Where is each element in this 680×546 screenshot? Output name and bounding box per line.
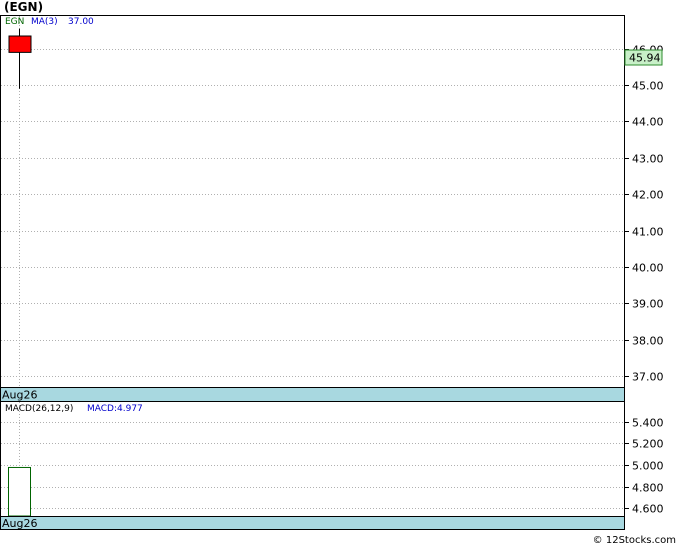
- price-y-tick-label: 38.00: [632, 335, 664, 348]
- macd-y-axis: 5.400 5.200 5.000 4.800 4.600: [624, 417, 664, 516]
- stock-chart: 46.0045.0044.0043.0042.0041.0040.0039.00…: [0, 15, 664, 530]
- macd-plot-frame: [0, 401, 625, 517]
- price-y-axis: 46.0045.0044.0043.0042.0041.0040.0039.00…: [624, 44, 664, 384]
- price-y-tick-label: 41.00: [632, 226, 664, 239]
- legend-ma-label: MA(3): [31, 17, 58, 27]
- macd-label: MACD(26,12,9): [5, 404, 73, 414]
- macd-bars: [8, 466, 31, 517]
- price-y-tick-label: 45.00: [632, 80, 664, 93]
- macd-y-tick-label: 5.400: [632, 417, 664, 430]
- price-panel: 46.0045.0044.0043.0042.0041.0040.0039.00…: [0, 15, 664, 402]
- macd-date-band: [0, 516, 625, 530]
- price-y-tick-label: 39.00: [632, 298, 664, 311]
- last-price-tag: 45.94: [624, 49, 663, 66]
- macd-y-tick-label: 4.800: [632, 482, 664, 495]
- legend-ma-value: 37.00: [68, 17, 94, 27]
- footer-credit: © 12Stocks.com: [592, 535, 676, 546]
- price-x-label: Aug26: [2, 389, 37, 402]
- price-y-tick-label: 37.00: [632, 371, 664, 384]
- legend-ticker: EGN: [5, 17, 24, 27]
- macd-bar: [8, 466, 31, 517]
- macd-panel: 5.4005.2005.0004.8004.600 MACD(26,12,9) …: [0, 401, 664, 530]
- macd-x-label: Aug26: [2, 517, 37, 530]
- macd-y-tick-label: 5.200: [632, 438, 664, 451]
- price-y-tick-label: 40.00: [632, 262, 664, 275]
- price-y-tick-label: 44.00: [632, 116, 664, 129]
- macd-value: MACD:4.977: [87, 404, 143, 414]
- price-date-band: [0, 387, 625, 402]
- price-y-tick-label: 43.00: [632, 153, 664, 166]
- macd-y-tick-label: 5.000: [632, 460, 664, 473]
- macd-y-tick-label: 4.600: [632, 503, 664, 516]
- price-plot-frame: [0, 15, 625, 388]
- price-legend: EGN MA(3) 37.00: [5, 17, 94, 27]
- candle-body: [8, 35, 32, 53]
- last-price-value: 45.94: [629, 52, 661, 65]
- price-y-tick-label: 42.00: [632, 189, 664, 202]
